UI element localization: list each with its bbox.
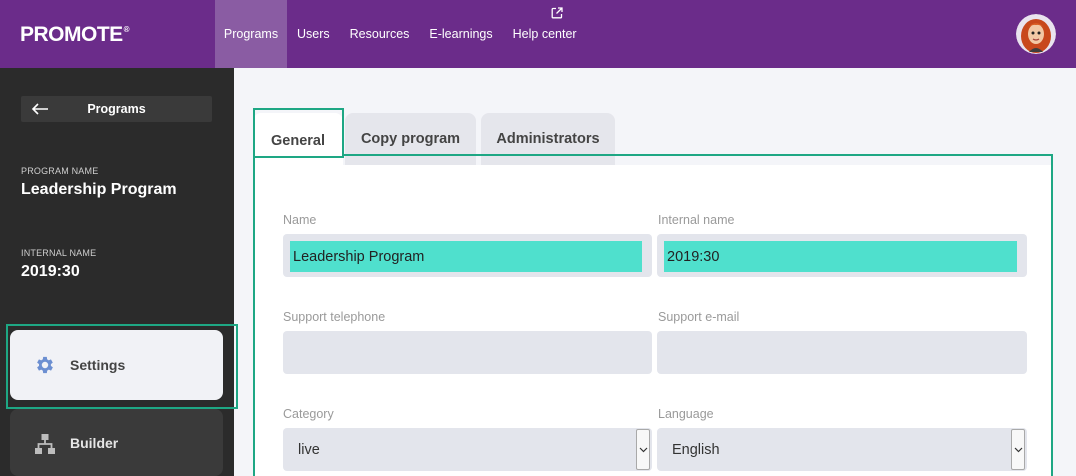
arrow-left-icon <box>31 103 48 115</box>
chevron-down-icon <box>1014 447 1022 452</box>
promote-logo[interactable]: PROMOTE® <box>20 23 130 47</box>
registered-mark: ® <box>123 25 130 34</box>
gear-icon <box>37 356 53 374</box>
nav-item-label: Resources <box>349 27 410 41</box>
sitemap-icon <box>35 434 55 454</box>
avatar[interactable] <box>1016 14 1056 54</box>
avatar-icon <box>1016 14 1056 54</box>
back-to-programs-button[interactable]: Programs <box>21 96 212 122</box>
internal-name-label: INTERNAL NAME <box>21 248 97 258</box>
main-nav: Programs Users Resources E-learnings Hel… <box>215 0 587 68</box>
tab-label: General <box>271 132 325 149</box>
internal-name-field[interactable]: 2019:30 <box>657 234 1027 277</box>
category-label: Category <box>283 407 334 421</box>
top-navigation-bar: PROMOTE® Programs Users Resources E-lear… <box>0 0 1076 68</box>
external-link-icon <box>551 7 563 19</box>
tab-general[interactable]: General <box>253 113 343 168</box>
sidebar-item-builder[interactable]: Builder <box>10 409 223 476</box>
language-value: English <box>672 441 720 458</box>
tab-label: Copy program <box>360 131 461 147</box>
name-field-value: Leadership Program <box>290 241 642 272</box>
support-telephone-label: Support telephone <box>283 310 386 324</box>
support-email-label: Support e-mail <box>658 310 740 324</box>
nav-item-resources[interactable]: Resources <box>340 0 420 68</box>
name-field-label: Name <box>283 213 317 227</box>
category-select[interactable]: live <box>283 428 652 471</box>
program-name-value: Leadership Program <box>21 181 177 198</box>
support-email-field[interactable] <box>657 331 1027 374</box>
nav-item-programs[interactable]: Programs <box>215 0 287 68</box>
name-field[interactable]: Leadership Program <box>283 234 652 277</box>
nav-item-users[interactable]: Users <box>287 0 340 68</box>
nav-item-elearnings[interactable]: E-learnings <box>419 0 502 68</box>
category-dropdown-toggle[interactable] <box>636 429 650 470</box>
internal-name-value: 2019:30 <box>21 263 80 280</box>
internal-name-field-label: Internal name <box>658 213 735 227</box>
tab-administrators[interactable]: Administrators <box>481 113 615 165</box>
tab-copy-program[interactable]: Copy program <box>345 113 476 165</box>
back-button-label: Programs <box>87 102 146 116</box>
category-value: live <box>298 441 320 458</box>
sidebar-item-label: Settings <box>70 357 126 373</box>
sidebar-item-label: Builder <box>70 434 119 451</box>
nav-item-help-center[interactable]: Help center <box>503 0 587 68</box>
support-telephone-field[interactable] <box>283 331 652 374</box>
program-sidebar: Programs PROGRAM NAME Leadership Program… <box>0 68 234 476</box>
tab-label: Administrators <box>496 131 600 147</box>
logo-text: PROMOTE <box>20 23 123 46</box>
language-label: Language <box>658 407 714 421</box>
nav-item-label: Users <box>297 27 330 41</box>
internal-name-field-value: 2019:30 <box>664 241 1017 272</box>
sidebar-item-settings[interactable]: Settings <box>10 330 223 400</box>
program-name-label: PROGRAM NAME <box>21 166 99 176</box>
nav-item-label: E-learnings <box>429 27 493 41</box>
language-select[interactable]: English <box>657 428 1027 471</box>
chevron-down-icon <box>639 447 647 452</box>
language-dropdown-toggle[interactable] <box>1011 429 1025 470</box>
nav-item-label: Programs <box>223 27 279 41</box>
nav-item-label: Help center <box>512 27 577 41</box>
